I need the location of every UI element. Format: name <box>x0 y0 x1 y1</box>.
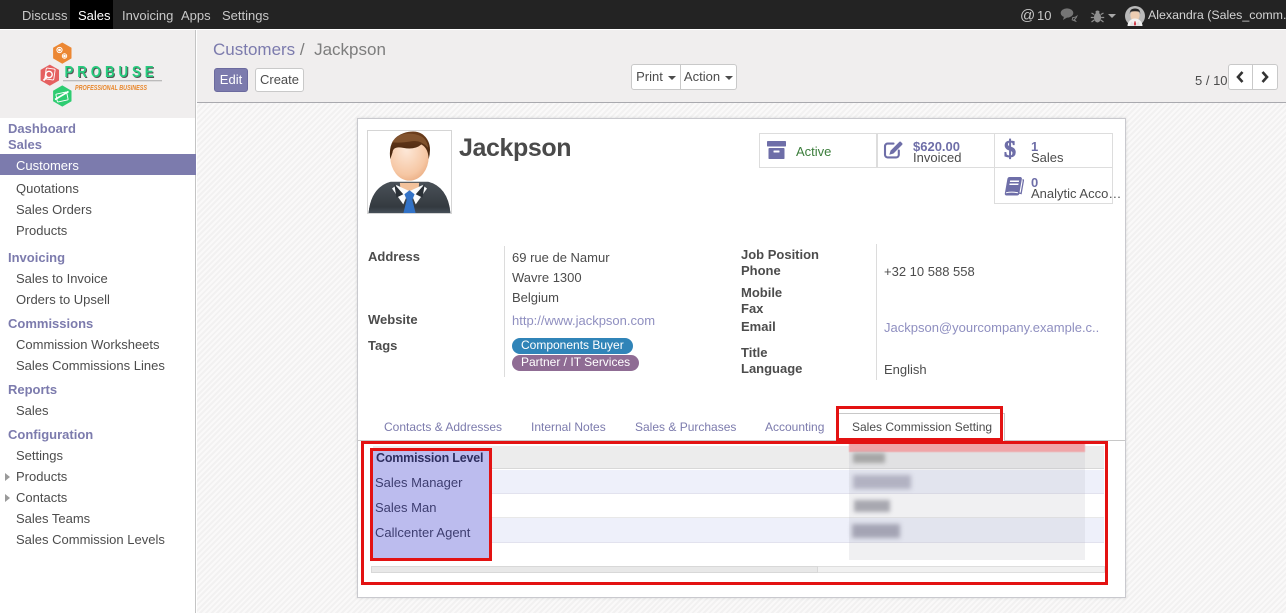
svg-text:PROFESSIONAL BUSINESS: PROFESSIONAL BUSINESS <box>75 83 147 92</box>
svg-text:PROBUSE: PROBUSE <box>65 64 158 81</box>
